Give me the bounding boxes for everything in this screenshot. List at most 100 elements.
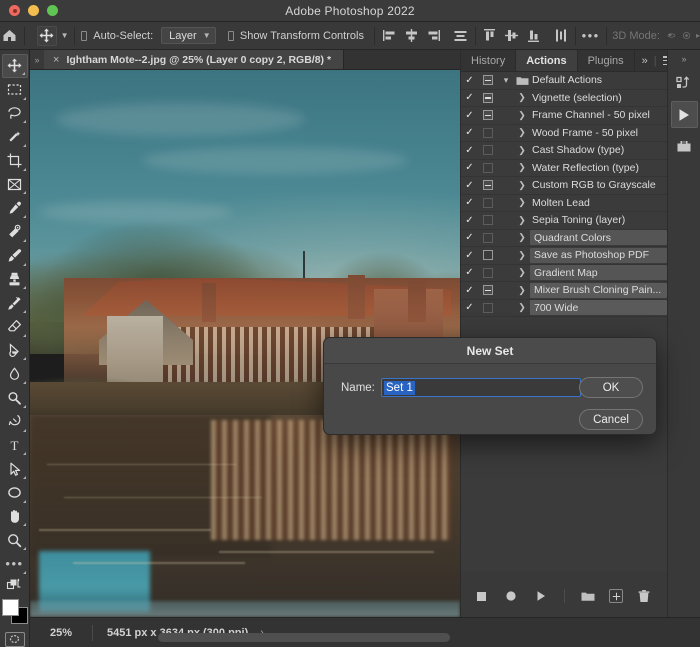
toggle-dialog-box[interactable] (478, 145, 498, 156)
frame-tool[interactable] (2, 173, 28, 197)
toggle-item-checkbox[interactable]: ✓ (461, 250, 478, 261)
toggle-dialog-box[interactable] (478, 110, 498, 121)
actions-row-sepia-toning[interactable]: ✓ ❯ Sepia Toning (layer) (461, 212, 667, 230)
pen-tool[interactable] (2, 410, 28, 434)
panel-overflow-icon[interactable]: » (642, 55, 648, 67)
toggle-item-checkbox[interactable]: ✓ (461, 180, 478, 191)
history-brush-tool[interactable] (2, 291, 28, 315)
toggle-item-checkbox[interactable]: ✓ (461, 110, 478, 121)
play-selection-button[interactable] (532, 588, 550, 604)
eraser-tool[interactable] (2, 315, 28, 339)
begin-recording-button[interactable] (502, 588, 520, 604)
actions-row-default-actions[interactable]: ✓ ▾ Default Actions (461, 72, 667, 90)
auto-select-checkbox[interactable] (81, 30, 88, 41)
actions-row-wood-frame[interactable]: ✓ ❯ Wood Frame - 50 pixel (461, 125, 667, 142)
toggle-dialog-box[interactable] (478, 75, 498, 86)
ellipse-tool[interactable] (2, 481, 28, 505)
close-icon[interactable]: × (53, 54, 59, 66)
collapse-panels-icon[interactable]: » (681, 54, 686, 64)
chevron-right-icon[interactable]: ❯ (514, 267, 530, 278)
chevron-right-icon[interactable]: ❯ (514, 162, 530, 173)
default-colors-and-swap[interactable] (2, 576, 28, 595)
tab-actions[interactable]: Actions (516, 50, 578, 71)
align-bottom-edges-icon[interactable] (525, 27, 542, 44)
actions-row-save-as-photoshop-pdf[interactable]: ✓ ❯ Save as Photoshop PDF (461, 247, 667, 265)
toggle-item-checkbox[interactable]: ✓ (461, 127, 478, 138)
chevron-right-icon[interactable]: ❯ (514, 215, 530, 226)
chevron-down-icon[interactable]: ▾ (498, 75, 514, 86)
distribute-vertically-icon[interactable] (552, 27, 569, 44)
chevron-right-icon[interactable]: ❯ (514, 302, 530, 313)
tab-plugins[interactable]: Plugins (578, 50, 635, 71)
align-vertical-centers-icon[interactable] (503, 27, 520, 44)
toggle-item-checkbox[interactable]: ✓ (461, 267, 478, 278)
toggle-dialog-box[interactable] (478, 285, 498, 296)
chevron-right-icon[interactable]: ❯ (514, 285, 530, 296)
distribute-horizontally-icon[interactable] (452, 27, 469, 44)
align-left-edges-icon[interactable] (381, 27, 398, 44)
create-new-action-button[interactable] (609, 589, 623, 603)
toggle-dialog-box[interactable] (478, 127, 498, 138)
tab-history[interactable]: History (461, 50, 517, 71)
actions-row-700-wide[interactable]: ✓ ❯ 700 Wide (461, 300, 667, 317)
toggle-dialog-box[interactable] (478, 92, 498, 103)
home-icon[interactable] (0, 27, 18, 44)
edit-toolbar-tool[interactable]: ••• (2, 552, 28, 576)
libraries-icon[interactable] (671, 70, 698, 97)
rectangular-marquee-tool[interactable] (2, 78, 28, 102)
path-selection-tool[interactable] (2, 457, 28, 481)
chevron-right-icon[interactable]: ❯ (514, 145, 530, 156)
toggle-item-checkbox[interactable]: ✓ (461, 285, 478, 296)
toggle-dialog-box[interactable] (478, 215, 498, 226)
toggle-dialog-box[interactable] (478, 162, 498, 173)
crop-tool[interactable] (2, 149, 28, 173)
more-options-button[interactable]: ••• (582, 29, 600, 42)
dodge-tool[interactable] (2, 386, 28, 410)
foreground-color-swatch[interactable] (1, 598, 19, 616)
chevron-down-icon[interactable]: ▼ (61, 31, 69, 40)
hand-tool[interactable] (2, 505, 28, 529)
chevron-right-icon[interactable]: ❯ (514, 127, 530, 138)
actions-row-frame-channel[interactable]: ✓ ❯ Frame Channel - 50 pixel (461, 107, 667, 125)
chevron-right-icon[interactable]: ❯ (514, 92, 530, 103)
toggle-dialog-box[interactable] (478, 302, 498, 313)
toggle-item-checkbox[interactable]: ✓ (461, 215, 478, 226)
toggle-item-checkbox[interactable]: ✓ (461, 232, 478, 243)
show-transform-controls-checkbox[interactable] (227, 30, 234, 41)
chevron-right-icon[interactable]: ❯ (514, 180, 530, 191)
toggle-item-checkbox[interactable]: ✓ (461, 75, 478, 86)
zoom-level[interactable]: 25% (30, 627, 92, 639)
clone-stamp-tool[interactable] (2, 268, 28, 292)
set-name-input[interactable]: Set 1 (381, 378, 581, 397)
toggle-dialog-box[interactable] (478, 180, 498, 191)
properties-icon[interactable] (671, 132, 698, 159)
toggle-item-checkbox[interactable]: ✓ (461, 302, 478, 313)
brush-tool[interactable] (2, 244, 28, 268)
chevron-right-icon[interactable]: ❯ (514, 197, 530, 208)
align-top-edges-icon[interactable] (481, 27, 498, 44)
spot-healing-brush-tool[interactable] (2, 220, 28, 244)
actions-list[interactable]: ✓ ▾ Default Actions ✓ ❯ Vignette (select… (461, 72, 667, 571)
actions-row-custom-rgb-to-grayscale[interactable]: ✓ ❯ Custom RGB to Grayscale (461, 177, 667, 195)
chevron-right-icon[interactable]: ❯ (514, 250, 530, 261)
toggle-item-checkbox[interactable]: ✓ (461, 145, 478, 156)
expand-panels-icon[interactable]: » (30, 50, 44, 69)
actions-row-gradient-map[interactable]: ✓ ❯ Gradient Map (461, 265, 667, 282)
toggle-dialog-box[interactable] (478, 232, 498, 243)
horizontal-scrollbar[interactable] (158, 633, 450, 642)
lasso-tool[interactable] (2, 102, 28, 126)
quick-mask-icon[interactable] (4, 631, 25, 647)
actions-row-vignette[interactable]: ✓ ❯ Vignette (selection) (461, 90, 667, 107)
toggle-item-checkbox[interactable]: ✓ (461, 162, 478, 173)
actions-row-water-reflection[interactable]: ✓ ❯ Water Reflection (type) (461, 160, 667, 177)
actions-row-mixer-brush-cloning-paint[interactable]: ✓ ❯ Mixer Brush Cloning Pain... (461, 282, 667, 300)
play-action-icon[interactable] (670, 101, 698, 128)
cancel-button[interactable]: Cancel (579, 409, 643, 430)
toggle-dialog-box[interactable] (478, 250, 498, 261)
toggle-item-checkbox[interactable]: ✓ (461, 197, 478, 208)
align-horizontal-centers-icon[interactable] (403, 27, 420, 44)
stop-playing-button[interactable] (472, 588, 490, 604)
delete-button[interactable] (635, 588, 653, 604)
chevron-right-icon[interactable]: ❯ (514, 232, 530, 243)
align-right-edges-icon[interactable] (425, 27, 442, 44)
